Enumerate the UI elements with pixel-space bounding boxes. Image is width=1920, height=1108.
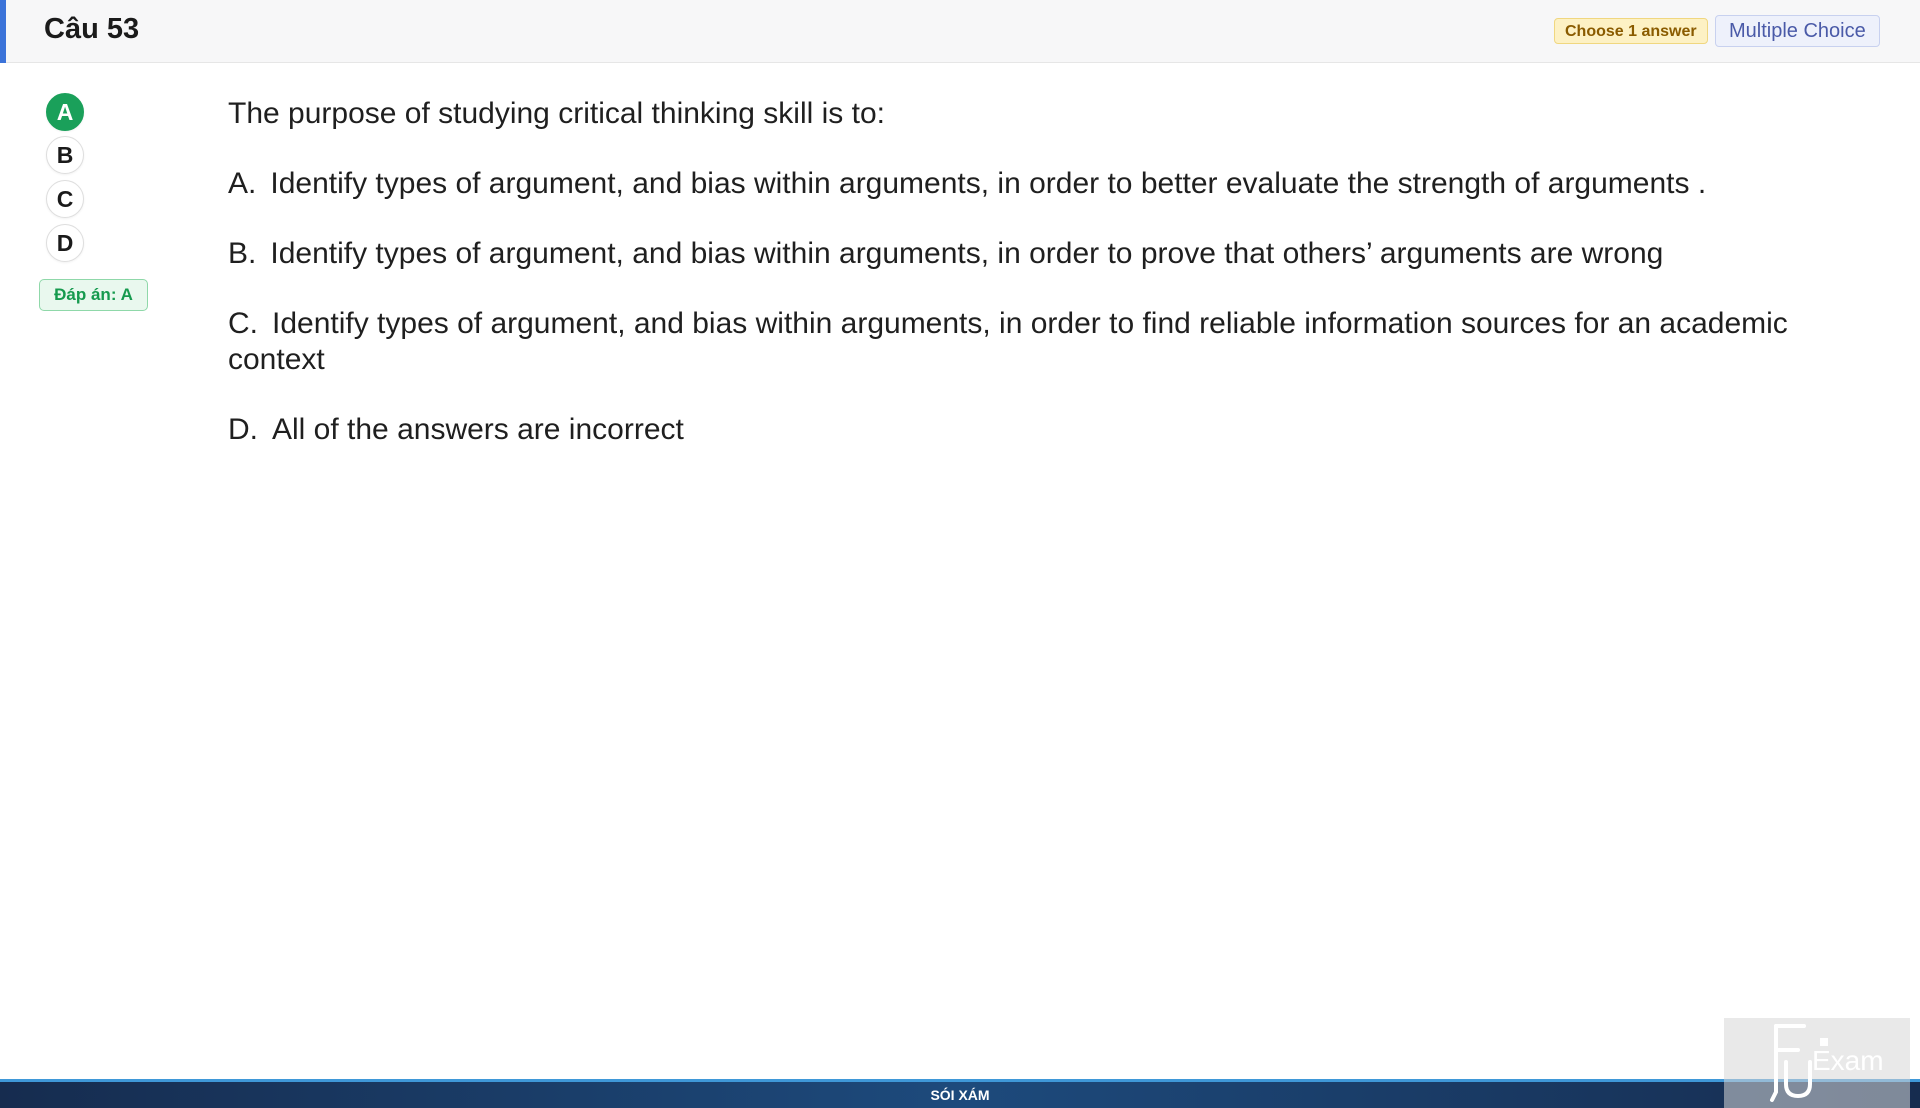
option-letter: B. <box>228 237 257 270</box>
question-title: Câu 53 <box>44 13 140 45</box>
fu-exam-logo-icon: Exam <box>1724 1018 1910 1108</box>
header-accent-bar <box>0 0 6 63</box>
option-c-button[interactable]: C <box>46 180 84 218</box>
question-stem: The purpose of studying critical thinkin… <box>228 97 885 130</box>
question-content: The purpose of studying critical thinkin… <box>228 96 1828 482</box>
option-b-button[interactable]: B <box>46 136 84 174</box>
choose-answer-badge: Choose 1 answer <box>1554 18 1708 44</box>
footer-text: SÓI XÁM <box>930 1087 990 1103</box>
answer-option-a: A. Identify types of argument, and bias w… <box>228 166 1828 202</box>
answer-option-c: C. Identify types of argument, and bias w… <box>228 306 1828 378</box>
svg-text:Exam: Exam <box>1812 1045 1884 1076</box>
option-d-button[interactable]: D <box>46 224 84 262</box>
option-text: Identify types of argument, and bias wit… <box>270 167 1707 200</box>
option-letter: A. <box>228 167 257 200</box>
option-text: Identify types of argument, and bias wit… <box>228 307 1788 376</box>
option-letter: D. <box>228 413 258 446</box>
correct-answer-badge: Đáp án: A <box>39 279 148 311</box>
option-text: All of the answers are incorrect <box>272 413 684 446</box>
question-type-badge: Multiple Choice <box>1715 15 1880 47</box>
answer-option-b: B. Identify types of argument, and bias w… <box>228 236 1828 272</box>
option-text: Identify types of argument, and bias wit… <box>270 237 1664 270</box>
option-a-button[interactable]: A <box>46 93 84 131</box>
option-letter: C. <box>228 307 258 340</box>
question-header: Câu 53 Choose 1 answer Multiple Choice <box>0 0 1920 63</box>
answer-option-d: D. All of the answers are incorrect <box>228 412 1828 448</box>
footer-bar: SÓI XÁM <box>0 1079 1920 1108</box>
